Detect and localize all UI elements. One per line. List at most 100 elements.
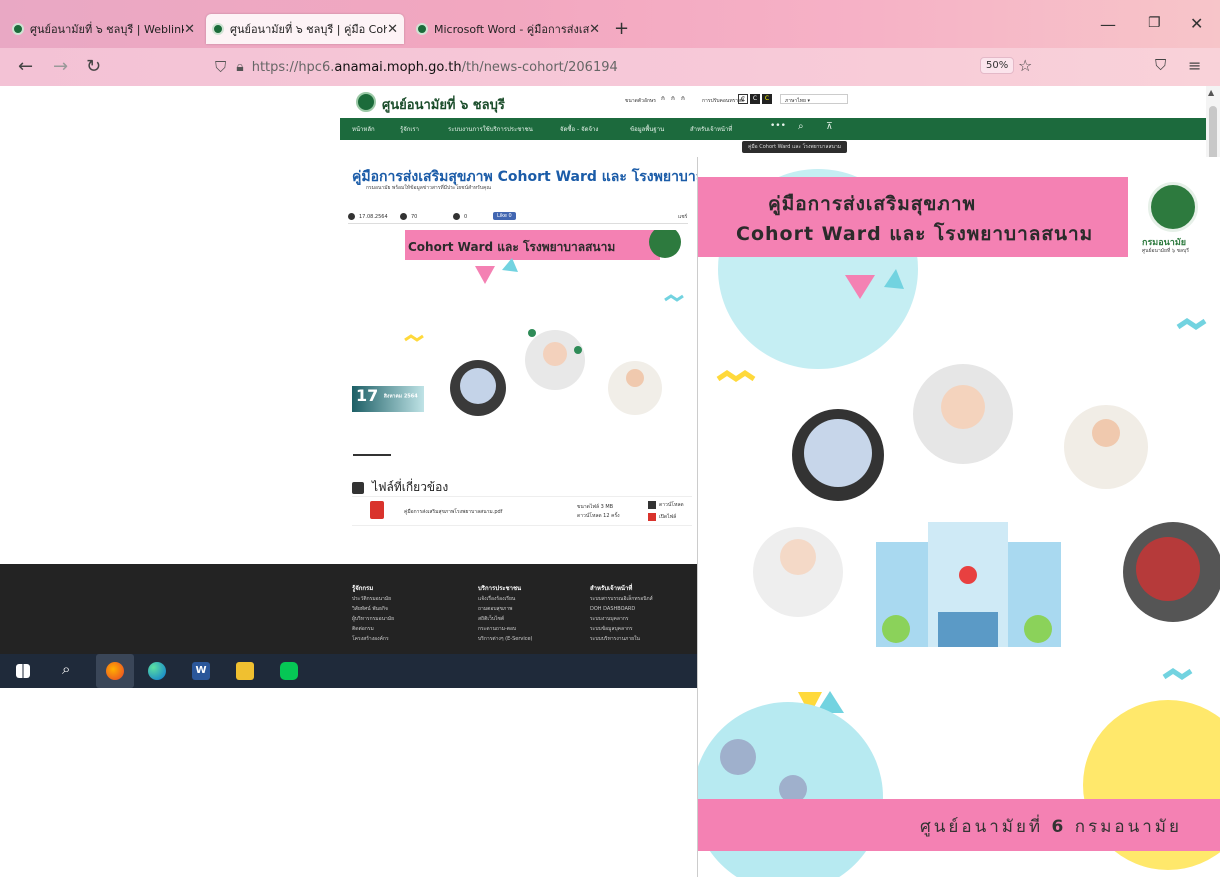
file-row[interactable]: คู่มือการส่งเสริมสุขภาพโรงพยาบาลสนาม.pdf…: [352, 496, 692, 526]
footer-link[interactable]: ระบบงานบุคลากร: [590, 616, 629, 622]
more-menu-icon[interactable]: •••: [770, 121, 786, 131]
footer-link[interactable]: ระบบข้อมูลบุคลากร: [590, 626, 633, 632]
menu-procurement[interactable]: จัดซื้อ - จัดจ้าง: [560, 124, 598, 134]
footer-link[interactable]: ผู้บริหารกรมอนามัย: [352, 616, 394, 622]
pocket-icon[interactable]: ⛉: [1155, 56, 1166, 74]
menu-icon[interactable]: ≡: [1188, 56, 1201, 75]
share-button[interactable]: แชร์: [678, 213, 687, 221]
url-path: /th/news-cohort/206194: [461, 59, 618, 75]
font-medium-button[interactable]: ก: [668, 94, 678, 104]
like-button[interactable]: Like 0: [493, 212, 516, 220]
contrast-normal-button[interactable]: C: [738, 94, 748, 104]
date-badge-day: 17: [356, 386, 379, 405]
poster-footer-text: ศูนย์อนามัยที่ 6 กรมอนามัย: [920, 813, 1182, 840]
restore-button[interactable]: ❐: [1148, 15, 1161, 31]
footer-link[interactable]: ระบบสารบรรณอิเล็กทรอนิกส์: [590, 596, 653, 602]
forward-icon[interactable]: →: [53, 56, 68, 77]
footer-link[interactable]: ประวัติกรมอนามัย: [352, 596, 391, 602]
menu-eservice[interactable]: ระบบงานการใช้บริการประชาชน: [448, 124, 533, 134]
site-logo[interactable]: [356, 92, 376, 112]
footer-link[interactable]: วิสัยทัศน์ พันธกิจ: [352, 606, 388, 612]
word-icon[interactable]: W: [192, 662, 210, 680]
tab-label: ศูนย์อนามัยที่ ๖ ชลบุรี | คู่มือ Coho: [230, 23, 388, 36]
file-downloads: ดาวน์โหลด 12 ครั้ง: [577, 513, 620, 519]
download-icon: [648, 501, 656, 509]
footer-col-about: รู้จักกรม ประวัติกรมอนามัย วิสัยทัศน์ พั…: [352, 584, 394, 644]
language-select[interactable]: ภาษาไทย ▾: [780, 94, 848, 104]
contrast-dark-button[interactable]: C: [750, 94, 760, 104]
date-meta: 17.08.2564: [348, 213, 388, 220]
window-close-button[interactable]: ✕: [1190, 14, 1203, 33]
close-icon[interactable]: ✕: [387, 22, 398, 37]
comments-value: 0: [464, 214, 468, 220]
article-subtitle: กรมอนามัย พร้อมให้ข้อมูลข่าวสารที่มีประโ…: [366, 185, 491, 191]
new-tab-button[interactable]: +: [614, 18, 629, 39]
browser-nav-bar: ← → ↻ ⛉ 🔒︎ https://hpc6. anamai.moph.go.t…: [0, 48, 1220, 86]
menu-data[interactable]: ข้อมูลพื้นฐาน: [630, 124, 664, 134]
reload-icon[interactable]: ↻: [86, 56, 101, 77]
comments-meta: 0: [453, 213, 467, 220]
footer-link[interactable]: ระบบบริหารงานภายใน: [590, 636, 640, 642]
contrast-yellow-button[interactable]: C: [762, 94, 772, 104]
site-header: ศูนย์อนามัยที่ ๖ ชลบุรี ขนาดตัวอักษร ก ก…: [340, 86, 860, 118]
windows-icon[interactable]: [16, 664, 30, 678]
site-favicon-icon: [212, 23, 224, 35]
footer-link[interactable]: DOH DASHBOARD: [590, 606, 635, 612]
date-badge-month: สิงหาคม 2564: [383, 393, 418, 400]
taskbar: ⌕ W: [0, 654, 700, 688]
view-label: เปิดไฟล์: [659, 514, 677, 520]
tab-weblink[interactable]: ศูนย์อนามัยที่ ๖ ชลบุรี | Weblink ✕: [6, 14, 201, 44]
menu-home[interactable]: หน้าหลัก: [352, 124, 375, 134]
date-badge: 17 สิงหาคม 2564: [352, 386, 424, 412]
file-name[interactable]: คู่มือการส่งเสริมสุขภาพโรงพยาบาลสนาม.pdf: [404, 508, 502, 516]
font-large-button[interactable]: ก: [678, 94, 688, 104]
lock-icon: 🔒︎: [236, 59, 244, 75]
footer-link[interactable]: ติดต่อกรม: [352, 626, 374, 632]
download-button[interactable]: ดาวน์โหลด: [648, 501, 684, 509]
footer-link[interactable]: กระดานถาม-ตอบ: [478, 626, 516, 632]
tab-word[interactable]: Microsoft Word - คู่มือการส่งเสริ ✕: [410, 14, 606, 44]
language-label: ภาษาไทย: [785, 98, 806, 104]
date-value: 17.08.2564: [359, 214, 388, 220]
clock-icon: [348, 213, 355, 220]
poster-footer-a: ศูนย์อนามัยที่: [920, 817, 1044, 837]
menu-about[interactable]: รู้จักเรา: [400, 124, 419, 134]
footer-col-staff: สำหรับเจ้าหน้าที่ ระบบสารบรรณอิเล็กทรอนิ…: [590, 584, 653, 644]
menu-staff[interactable]: สำหรับเจ้าหน้าที่: [690, 124, 732, 134]
footer-link[interactable]: บริการต่างๆ (E-Service): [478, 636, 533, 642]
logo-subtext: ศูนย์อนามัยที่ ๖ ชลบุรี: [1142, 248, 1189, 254]
scroll-up-icon[interactable]: ▲: [1208, 88, 1214, 97]
font-size-label: ขนาดตัวอักษร: [625, 98, 656, 104]
pdf-icon: [370, 501, 384, 519]
footer-link[interactable]: สถิติเว็บไซต์: [478, 616, 504, 622]
close-icon[interactable]: ✕: [589, 22, 600, 37]
zoom-level-badge[interactable]: 50%: [980, 57, 1015, 74]
close-icon[interactable]: ✕: [184, 22, 195, 37]
firefox-icon: [106, 662, 124, 680]
shield-icon[interactable]: ⛉: [215, 58, 226, 76]
font-small-button[interactable]: ก: [658, 94, 668, 104]
tab-cohort[interactable]: ศูนย์อนามัยที่ ๖ ชลบุรี | คู่มือ Coho ✕: [206, 14, 404, 44]
footer-link[interactable]: โครงสร้างองค์กร: [352, 636, 389, 642]
tab-label: Microsoft Word - คู่มือการส่งเสริ: [434, 23, 590, 36]
firefox-taskbar-button[interactable]: [96, 654, 134, 688]
search-icon[interactable]: ⌕: [62, 660, 70, 678]
url-bar[interactable]: ⛉ 🔒︎ https://hpc6. anamai.moph.go.th/th/n…: [215, 54, 1025, 80]
footer-link[interactable]: ถามตอบสุขภาพ: [478, 606, 512, 612]
sitemap-icon[interactable]: ⊼: [826, 122, 833, 132]
site-title: ศูนย์อนามัยที่ ๖ ชลบุรี: [382, 98, 505, 113]
minimize-button[interactable]: —: [1100, 15, 1116, 34]
divider: [353, 454, 391, 456]
search-icon[interactable]: ⌕: [798, 121, 804, 132]
poster-thumbnail-title: Cohort Ward และ โรงพยาบาลสนาม: [408, 240, 616, 254]
star-icon[interactable]: ☆: [1018, 56, 1032, 75]
views-value: 70: [411, 214, 418, 220]
site-favicon-icon: [416, 23, 428, 35]
back-icon[interactable]: ←: [18, 56, 33, 77]
line-icon[interactable]: [280, 662, 298, 680]
explorer-icon[interactable]: [236, 662, 254, 680]
view-button[interactable]: เปิดไฟล์: [648, 513, 676, 521]
edge-icon[interactable]: [148, 662, 166, 680]
footer-link[interactable]: แจ้งเรื่องร้องเรียน: [478, 596, 515, 602]
related-files-heading: ไฟล์ที่เกี่ยวข้อง: [352, 478, 448, 497]
